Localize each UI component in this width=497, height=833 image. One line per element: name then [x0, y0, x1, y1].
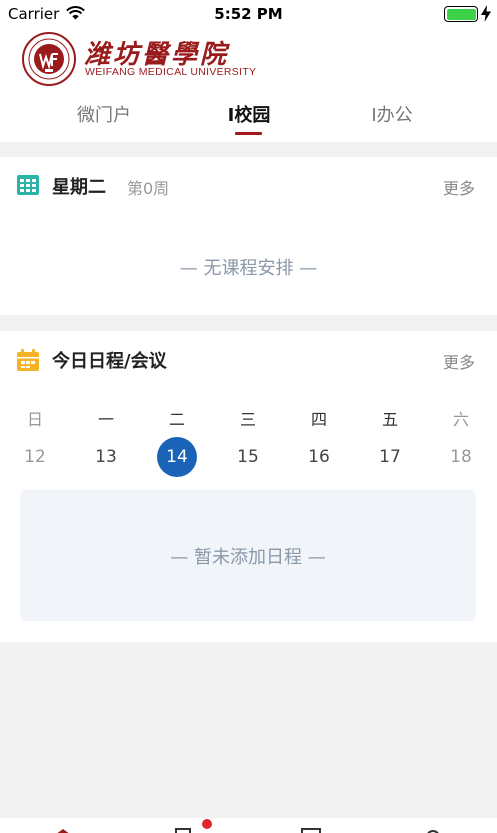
active-tab-indicator	[235, 132, 262, 135]
schedule-title: 今日日程/会议	[52, 351, 167, 372]
weekday-label: 二	[168, 410, 185, 429]
weekday-label: 一	[97, 410, 114, 429]
calendar-day[interactable]: 12	[15, 437, 55, 477]
status-time: 5:52 PM	[214, 5, 283, 23]
course-week-label: 第0周	[127, 179, 170, 198]
schedule-empty-box: — 暂未添加日程 —	[20, 490, 476, 621]
no-schedule-text: — 暂未添加日程 —	[170, 547, 326, 568]
calendar-day[interactable]: 16	[299, 437, 339, 477]
university-logo-icon	[22, 32, 76, 86]
weekday-label: 六	[452, 410, 469, 429]
timetable-icon	[17, 175, 39, 195]
tab-office[interactable]: I办公	[332, 101, 452, 127]
status-bar: Carrier 5:52 PM	[0, 0, 497, 28]
tab-campus[interactable]: I校园	[189, 101, 309, 127]
weekday-label: 日	[26, 410, 43, 429]
notification-badge	[202, 819, 212, 829]
message-tab-icon[interactable]	[174, 827, 194, 833]
brand-name-en: WEIFANG MEDICAL UNIVERSITY	[85, 66, 257, 78]
calendar-day[interactable]: 18	[441, 437, 481, 477]
header: 潍坊醫學院 WEIFANG MEDICAL UNIVERSITY 微门户 I校园…	[0, 28, 497, 142]
tab-micro-portal[interactable]: 微门户	[44, 101, 164, 127]
course-card: 星期二 第0周 更多 — 无课程安排 —	[0, 157, 497, 315]
bottom-tab-bar	[0, 818, 497, 833]
weekday-label: 五	[381, 410, 398, 429]
schedule-card: 今日日程/会议 更多 日 一 二 三 四 五 六 12 13 14 15 16 …	[0, 331, 497, 642]
course-day-title: 星期二	[52, 177, 106, 198]
weekday-label: 三	[239, 410, 256, 429]
calendar-day-today[interactable]: 14	[157, 437, 197, 477]
weekday-label: 四	[310, 410, 327, 429]
calendar-day[interactable]: 17	[370, 437, 410, 477]
home-tab-icon[interactable]	[52, 827, 74, 833]
schedule-more-link[interactable]: 更多	[443, 349, 475, 373]
profile-tab-icon[interactable]	[423, 827, 443, 833]
battery-icon	[444, 6, 478, 22]
calendar-day[interactable]: 15	[228, 437, 268, 477]
course-more-link[interactable]: 更多	[443, 175, 475, 199]
calendar-icon	[17, 349, 39, 371]
calendar-day[interactable]: 13	[86, 437, 126, 477]
no-course-text: — 无课程安排 —	[179, 258, 318, 279]
charging-icon	[481, 5, 491, 22]
apps-tab-icon[interactable]	[300, 827, 322, 833]
